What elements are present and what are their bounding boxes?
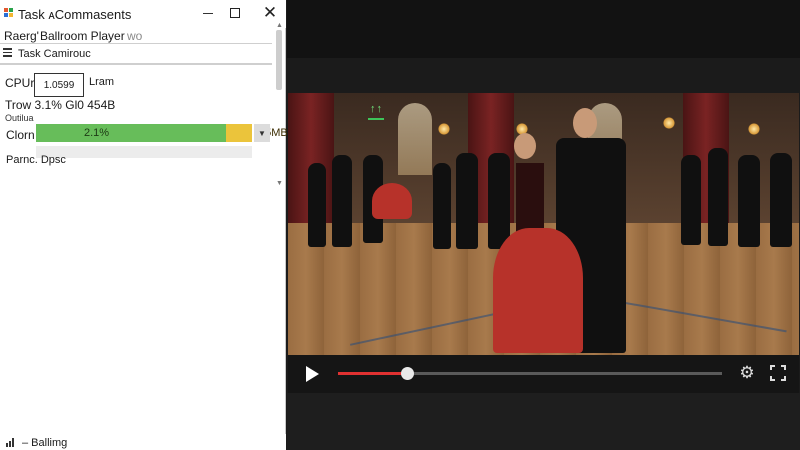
vertical-scrollbar[interactable]: ▲ ▼ [274,22,284,192]
cpu-value-field[interactable]: 1.0599 [34,73,84,97]
wall-lamp [663,117,675,129]
close-icon: ✕ [262,3,278,22]
tab-processes[interactable]: Task Camirouc [0,45,274,63]
player-top-bar [287,0,800,58]
hamburger-icon[interactable] [3,48,12,57]
menu-bar: Raerg' Ballroom Player wo [0,28,274,44]
minimize-button[interactable] [194,2,222,24]
video-indicator-icon: ↑↑ [370,103,383,115]
background-dancer [738,155,760,247]
scroll-thumb[interactable] [276,30,282,90]
usage-subtitle: Outilua [5,113,34,123]
background-dancer [681,155,701,245]
menu-item-extra[interactable]: wo [127,29,142,43]
tab-divider [0,63,272,65]
scroll-down-icon[interactable]: ▼ [276,180,283,187]
tab-label: Task Camirouc [18,48,91,60]
process-usage-bar[interactable]: 2.1% 45MB [36,124,288,142]
ram-label: Lram [89,76,115,88]
signal-icon [6,438,16,447]
title-bar: Task ᴀCommasents ✕ [0,0,286,28]
cpu-label: CPUr [5,76,35,90]
ballroom-window [398,103,432,175]
dancer-dress [493,228,583,353]
seek-progress [338,372,408,375]
status-bar: – Ballimg [0,434,286,450]
video-indicator-bar [368,118,384,120]
background-dancer [332,155,352,247]
window-title: Task ᴀCommasents [18,7,132,22]
process-dropdown-button[interactable]: ▼ [254,124,270,142]
player-bottom-area [287,393,800,450]
background-dancer [770,153,792,247]
process-usage-bar-empty [36,146,252,158]
dancer-head [573,108,597,138]
maximize-button[interactable] [221,2,249,24]
status-text: – Ballimg [22,437,68,449]
fullscreen-icon[interactable] [770,365,786,381]
close-button[interactable]: ✕ [256,2,284,24]
menu-item-process[interactable]: Ballroom Player [40,29,125,43]
chevron-down-icon: ▼ [258,128,266,138]
usage-summary: Trow 3.1% Gl0 454B [5,98,116,112]
video-player: ↑↑ ⚙ [287,0,800,450]
menu-item-file[interactable]: Raerg' [4,29,39,43]
background-dancer [308,163,326,247]
wall-lamp [438,123,450,135]
scroll-up-icon[interactable]: ▲ [276,22,283,29]
background-dancer [433,163,451,249]
background-dancer [456,153,478,249]
minimize-icon [203,12,213,14]
process-label: Clorn [6,128,35,142]
background-dancer [708,148,728,246]
task-manager-window: Task ᴀCommasents ✕ Raerg' Ballroom Playe… [0,0,288,450]
dancer-head [514,133,536,159]
background-dancer [488,153,510,249]
process-usage-fill [36,124,227,142]
app-logo-icon [4,8,14,18]
settings-icon[interactable]: ⚙ [738,364,756,382]
seek-handle[interactable] [401,367,415,380]
wall-lamp [748,123,760,135]
process-cpu-percent: 2.1% [84,127,110,139]
play-icon[interactable] [306,366,319,382]
menu-divider [0,43,272,44]
maximize-icon [230,8,240,18]
player-controls: ⚙ [288,355,799,393]
video-frame[interactable]: ↑↑ [288,93,799,355]
dancer-bodice [516,163,544,233]
process-memory-segment [226,124,252,142]
process-label: Parnc. Dpsc [6,154,66,166]
background-dancer-dress [372,183,412,219]
seek-bar[interactable] [338,367,722,380]
